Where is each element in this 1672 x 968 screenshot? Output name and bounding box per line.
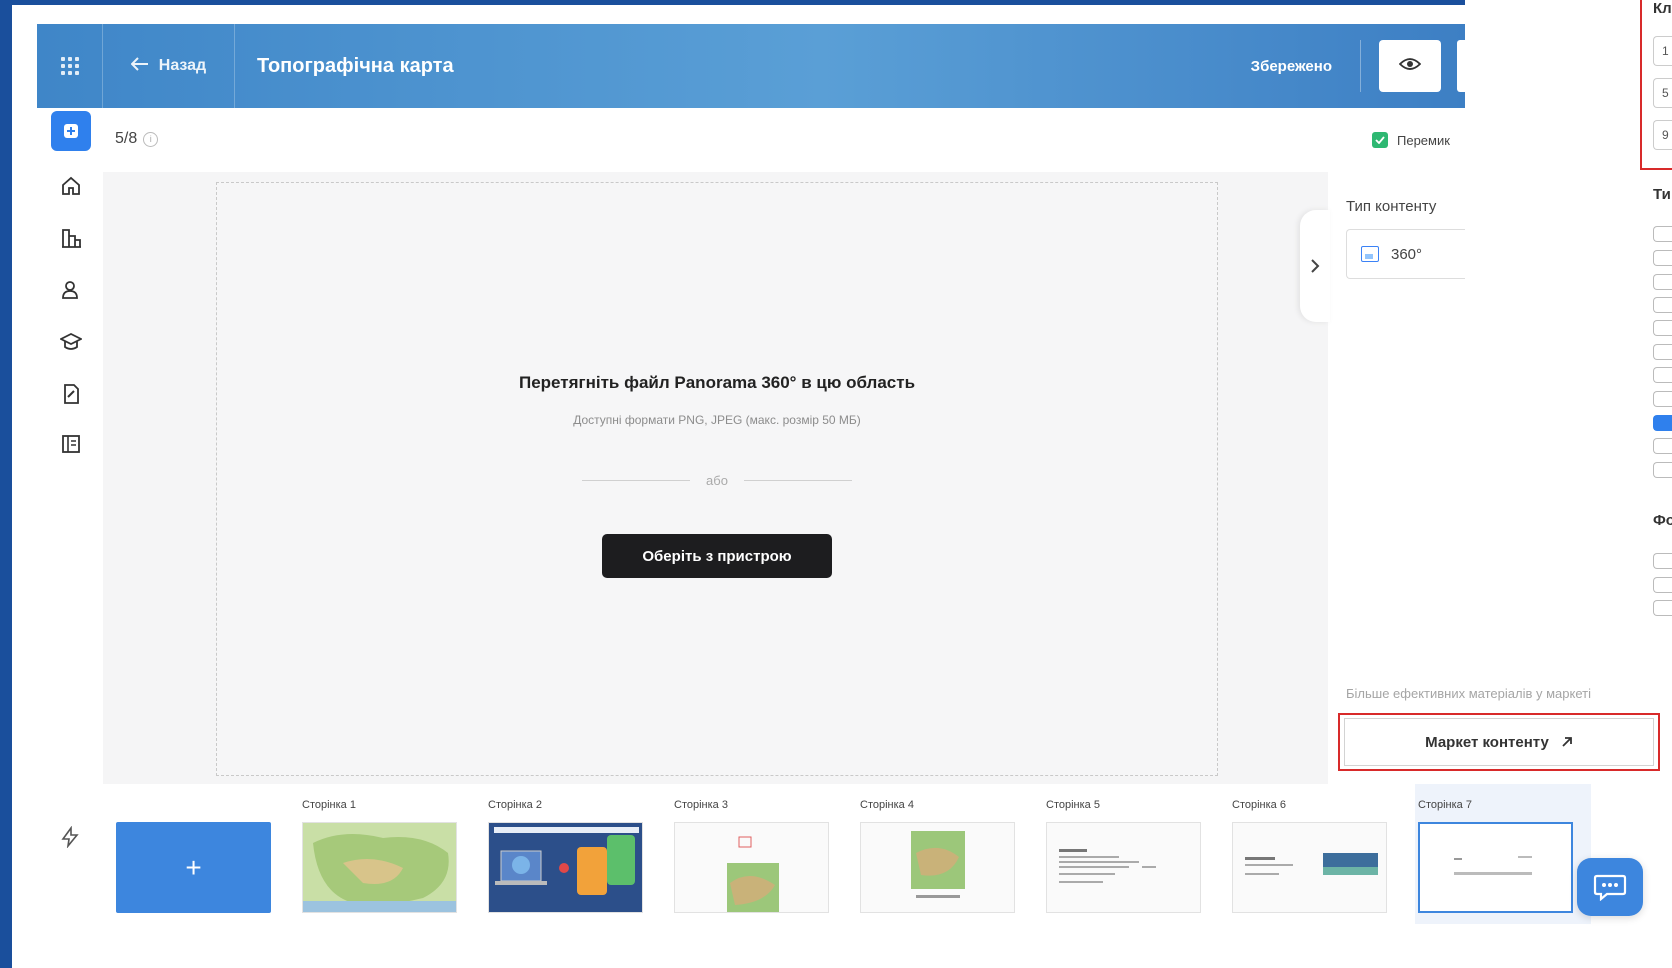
journal-nav-button[interactable] — [51, 424, 91, 464]
page-label: Сторінка 7 — [1418, 799, 1472, 811]
check-icon[interactable] — [1372, 132, 1388, 148]
eye-icon — [1398, 57, 1422, 76]
window-frame-top — [0, 0, 1465, 5]
info-icon[interactable]: i — [143, 131, 159, 147]
chevron-right-icon — [1311, 259, 1320, 273]
home-nav-button[interactable] — [51, 166, 91, 206]
quick-actions-button[interactable] — [55, 822, 85, 852]
preview-button[interactable] — [1379, 40, 1441, 92]
image-icon — [1361, 246, 1379, 262]
add-content-button[interactable] — [51, 111, 91, 151]
page-thumbnail-3[interactable] — [674, 822, 829, 913]
map-thumbnail-image — [303, 823, 456, 912]
toggle-label: Перемик — [1397, 132, 1450, 148]
file-dropzone[interactable]: Перетягніть файл Panorama 360° в цю обла… — [216, 182, 1218, 776]
toggle-option[interactable]: Перемик — [1372, 132, 1465, 148]
header-divider — [1360, 40, 1361, 92]
popup-checkbox[interactable] — [1653, 438, 1672, 454]
chat-bubble-icon — [1593, 874, 1627, 901]
map-thumbnail-image — [861, 823, 1014, 912]
popup-checkbox[interactable] — [1653, 367, 1672, 383]
content-type-value: 360° — [1391, 245, 1423, 263]
arrow-left-icon — [130, 56, 149, 76]
page-thumbnail-6[interactable] — [1232, 822, 1387, 913]
popup-checkbox[interactable] — [1653, 297, 1672, 313]
user-icon — [62, 281, 78, 299]
grid-icon — [60, 57, 79, 75]
popup-checkbox[interactable] — [1653, 250, 1672, 266]
or-label: або — [706, 473, 728, 488]
popup-section-title: Ти — [1653, 186, 1671, 203]
popup-input-3[interactable]: 9 — [1653, 120, 1672, 150]
header-next-button[interactable] — [1457, 40, 1465, 92]
or-divider: або — [582, 473, 852, 488]
page-title: Топографічна карта — [257, 54, 454, 77]
page-thumbnail-7[interactable] — [1418, 822, 1573, 913]
current-page-thumbnail-image — [1420, 824, 1571, 911]
page-label: Сторінка 5 — [1046, 799, 1100, 811]
popup-checkbox[interactable] — [1653, 226, 1672, 242]
popup-heading: Кл — [1653, 0, 1672, 17]
content-type-select[interactable]: 360° — [1346, 229, 1465, 279]
popup-checkbox-checked[interactable] — [1653, 415, 1672, 431]
image-text-thumbnail-image — [1233, 823, 1386, 912]
popup-input-1[interactable]: 1 — [1653, 36, 1672, 66]
journal-icon — [62, 435, 80, 453]
education-nav-button[interactable] — [51, 322, 91, 362]
library-nav-button[interactable] — [51, 218, 91, 258]
chat-support-button[interactable] — [1577, 858, 1643, 916]
popup-checkbox[interactable] — [1653, 320, 1672, 336]
popup-checkbox[interactable] — [1653, 344, 1672, 360]
page-thumbnail-5[interactable] — [1046, 822, 1201, 913]
left-sidebar — [37, 108, 103, 943]
market-button-label: Маркет контенту — [1425, 733, 1549, 751]
page-counter: 5/8 i — [115, 130, 159, 148]
popup-input-2[interactable]: 5 — [1653, 78, 1672, 108]
page-thumbnail-2[interactable] — [488, 822, 643, 913]
external-link-icon — [1562, 737, 1572, 747]
panel-collapse-button[interactable] — [1300, 210, 1330, 322]
back-button[interactable]: Назад — [103, 24, 235, 108]
popup-checkbox[interactable] — [1653, 600, 1672, 616]
add-page-button[interactable]: + — [116, 822, 271, 913]
page-thumbnail-4[interactable] — [860, 822, 1015, 913]
popup-checkbox[interactable] — [1653, 577, 1672, 593]
back-label: Назад — [158, 57, 207, 74]
popup-checkbox[interactable] — [1653, 274, 1672, 290]
app-header: Назад Топографічна карта Збережено — [37, 24, 1465, 108]
text-thumbnail-image — [1047, 823, 1200, 912]
users-nav-button[interactable] — [51, 270, 91, 310]
plus-square-icon — [64, 124, 78, 138]
page-label: Сторінка 2 — [488, 799, 542, 811]
document-edit-icon — [64, 384, 79, 404]
dropzone-title: Перетягніть файл Panorama 360° в цю обла… — [518, 373, 916, 392]
panorama-thumbnail-image — [675, 823, 828, 912]
popup-section-title: Фо — [1653, 512, 1672, 529]
page-label: Сторінка 1 — [302, 799, 356, 811]
page-thumbnail-1[interactable] — [302, 822, 457, 913]
popup-checkbox[interactable] — [1653, 553, 1672, 569]
page-label: Сторінка 3 — [674, 799, 728, 811]
choose-file-button[interactable]: Оберіть з пристрою — [602, 534, 832, 578]
save-status: Збережено — [1250, 57, 1332, 75]
page-label: Сторінка 6 — [1232, 799, 1286, 811]
devices-thumbnail-image — [489, 823, 642, 912]
buildings-icon — [62, 229, 81, 248]
lightning-icon — [61, 826, 79, 848]
popup-checkbox[interactable] — [1653, 391, 1672, 407]
tasks-nav-button[interactable] — [51, 374, 91, 414]
popup-checkbox[interactable] — [1653, 462, 1672, 478]
page-label: Сторінка 4 — [860, 799, 914, 811]
dropzone-subtitle: Доступні формати PNG, JPEG (макс. розмір… — [573, 413, 861, 427]
page-count-value: 5/8 — [115, 130, 138, 147]
graduation-cap-icon — [60, 332, 82, 350]
content-type-label: Тип контенту — [1346, 198, 1437, 215]
apps-menu-button[interactable] — [37, 24, 103, 108]
home-icon — [62, 176, 80, 195]
content-market-button[interactable]: Маркет контенту — [1344, 718, 1654, 766]
window-frame-left — [0, 0, 12, 968]
market-hint: Більше ефективних матеріалів у маркеті — [1346, 686, 1591, 701]
